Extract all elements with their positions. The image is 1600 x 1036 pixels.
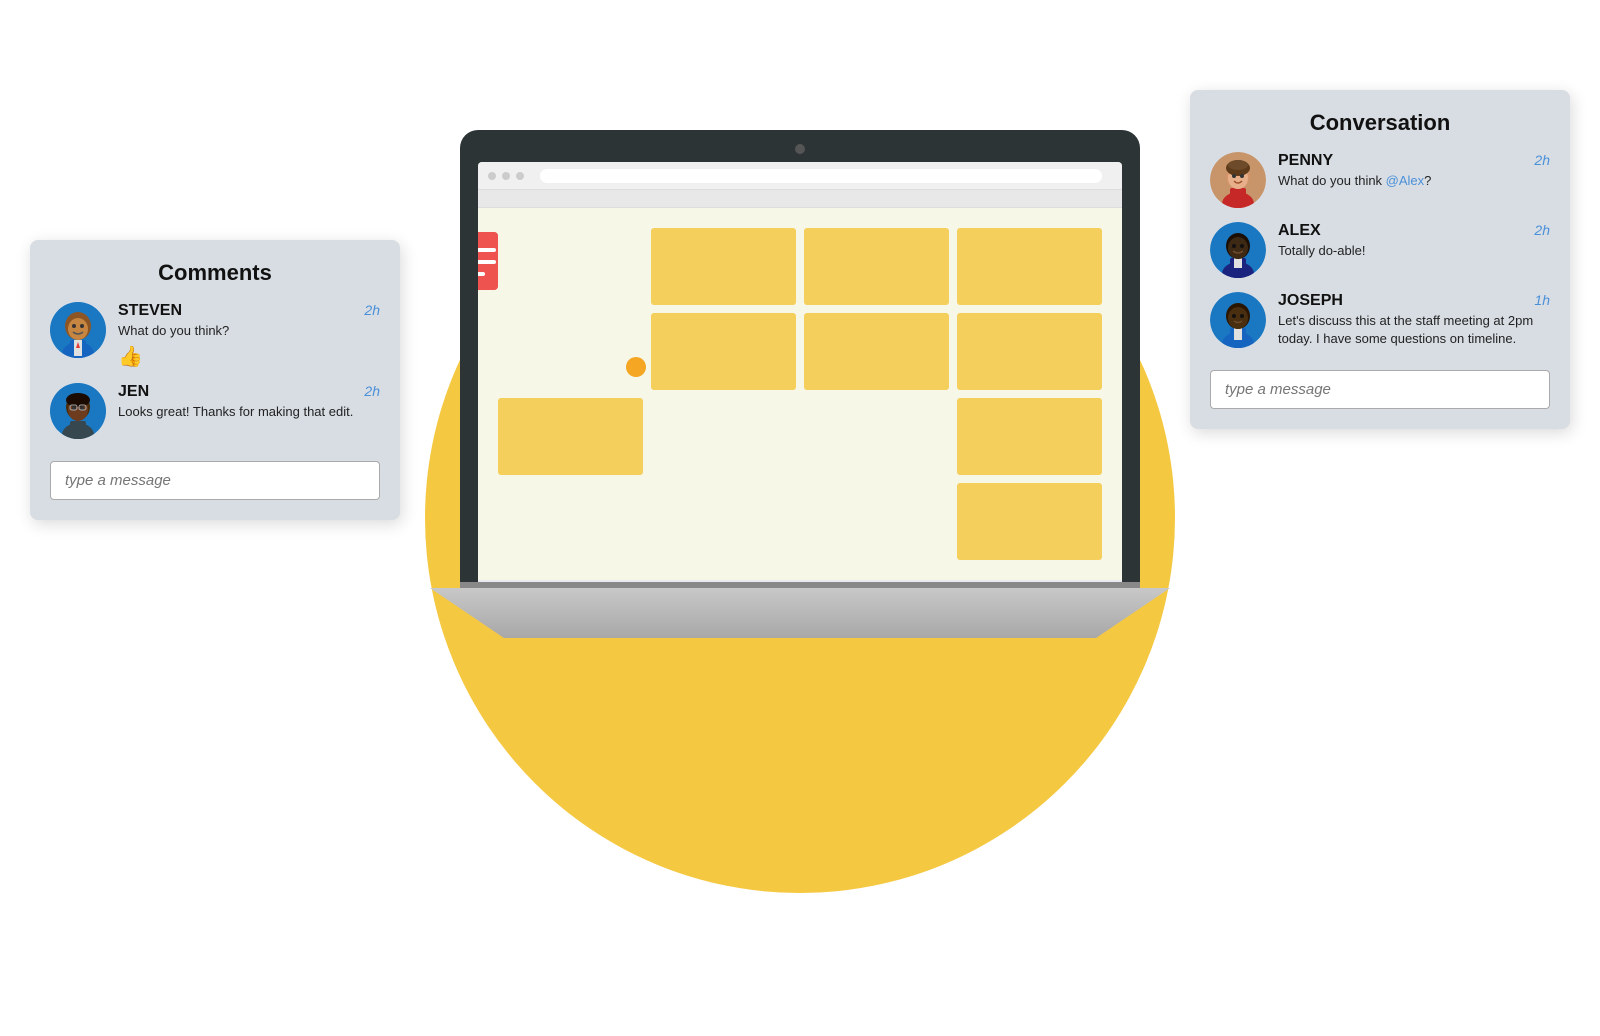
steven-text: What do you think?	[118, 322, 380, 340]
penny-text: What do you think @Alex?	[1278, 172, 1550, 190]
laptop-screen-inner	[478, 162, 1122, 582]
jen-text: Looks great! Thanks for making that edit…	[118, 403, 380, 421]
comment-content-joseph: JOSEPH 1h Let's discuss this at the staf…	[1278, 292, 1550, 348]
penny-name: PENNY	[1278, 152, 1333, 170]
cell-2-3	[804, 313, 949, 390]
cell-1-1	[498, 228, 643, 305]
comment-content-alex: ALEX 2h Totally do-able!	[1278, 222, 1550, 260]
avatar-joseph	[1210, 292, 1266, 348]
alex-name: ALEX	[1278, 222, 1321, 240]
browser-url-bar	[540, 169, 1102, 183]
laptop-bottom	[430, 588, 1170, 638]
cell-1-3	[804, 228, 949, 305]
cell-4-4	[957, 483, 1102, 560]
cell-2-2	[651, 313, 796, 390]
alex-header: ALEX 2h	[1278, 222, 1550, 240]
laptop-screen-outer	[460, 130, 1140, 582]
joseph-header: JOSEPH 1h	[1278, 292, 1550, 310]
like-icon: 👍	[118, 344, 380, 369]
message-item-penny: PENNY 2h What do you think @Alex?	[1210, 152, 1550, 208]
cell-4-2	[651, 483, 796, 560]
conversation-title: Conversation	[1210, 110, 1550, 136]
comments-panel: Comments	[30, 240, 400, 520]
penny-time: 2h	[1534, 152, 1550, 168]
alex-text: Totally do-able!	[1278, 242, 1550, 260]
cell-1-4	[957, 228, 1102, 305]
joseph-time: 1h	[1534, 292, 1550, 308]
cell-2-1	[498, 313, 643, 390]
browser-second-bar	[478, 190, 1122, 208]
jen-header: JEN 2h	[118, 383, 380, 401]
cell-2-4	[957, 313, 1102, 390]
laptop-base	[460, 588, 1140, 610]
cell-3-1	[498, 398, 643, 475]
comments-title: Comments	[50, 260, 380, 286]
conversation-message-input[interactable]	[1210, 370, 1550, 409]
comment-item-steven: STEVEN 2h What do you think? 👍	[50, 302, 380, 369]
comments-message-input[interactable]	[50, 461, 380, 500]
browser-dot-1	[488, 172, 496, 180]
browser-dot-3	[516, 172, 524, 180]
steven-name: STEVEN	[118, 302, 182, 320]
message-item-alex: ALEX 2h Totally do-able!	[1210, 222, 1550, 278]
orange-dot	[626, 357, 646, 377]
cell-4-1	[498, 483, 643, 560]
joseph-name: JOSEPH	[1278, 292, 1343, 310]
cell-4-3	[804, 483, 949, 560]
browser-bar	[478, 162, 1122, 190]
avatar-penny	[1210, 152, 1266, 208]
steven-time: 2h	[364, 302, 380, 318]
alex-time: 2h	[1534, 222, 1550, 238]
steven-header: STEVEN 2h	[118, 302, 380, 320]
comment-content-steven: STEVEN 2h What do you think? 👍	[118, 302, 380, 369]
penny-header: PENNY 2h	[1278, 152, 1550, 170]
joseph-text: Let's discuss this at the staff meeting …	[1278, 312, 1550, 348]
comment-content-jen: JEN 2h Looks great! Thanks for making th…	[118, 383, 380, 421]
laptop	[460, 130, 1140, 610]
doc-icon	[478, 230, 508, 300]
cell-3-2	[651, 398, 796, 475]
spreadsheet-area	[478, 208, 1122, 580]
conversation-panel: Conversation P	[1190, 90, 1570, 429]
jen-name: JEN	[118, 383, 149, 401]
cell-3-3	[804, 398, 949, 475]
comment-item-jen: JEN 2h Looks great! Thanks for making th…	[50, 383, 380, 439]
message-item-joseph: JOSEPH 1h Let's discuss this at the staf…	[1210, 292, 1550, 348]
cell-1-2	[651, 228, 796, 305]
avatar-steven	[50, 302, 106, 358]
cell-3-4	[957, 398, 1102, 475]
penny-mention: @Alex	[1386, 173, 1425, 188]
jen-time: 2h	[364, 383, 380, 399]
browser-dot-2	[502, 172, 510, 180]
avatar-alex	[1210, 222, 1266, 278]
laptop-camera	[795, 144, 805, 154]
comment-content-penny: PENNY 2h What do you think @Alex?	[1278, 152, 1550, 190]
avatar-jen	[50, 383, 106, 439]
